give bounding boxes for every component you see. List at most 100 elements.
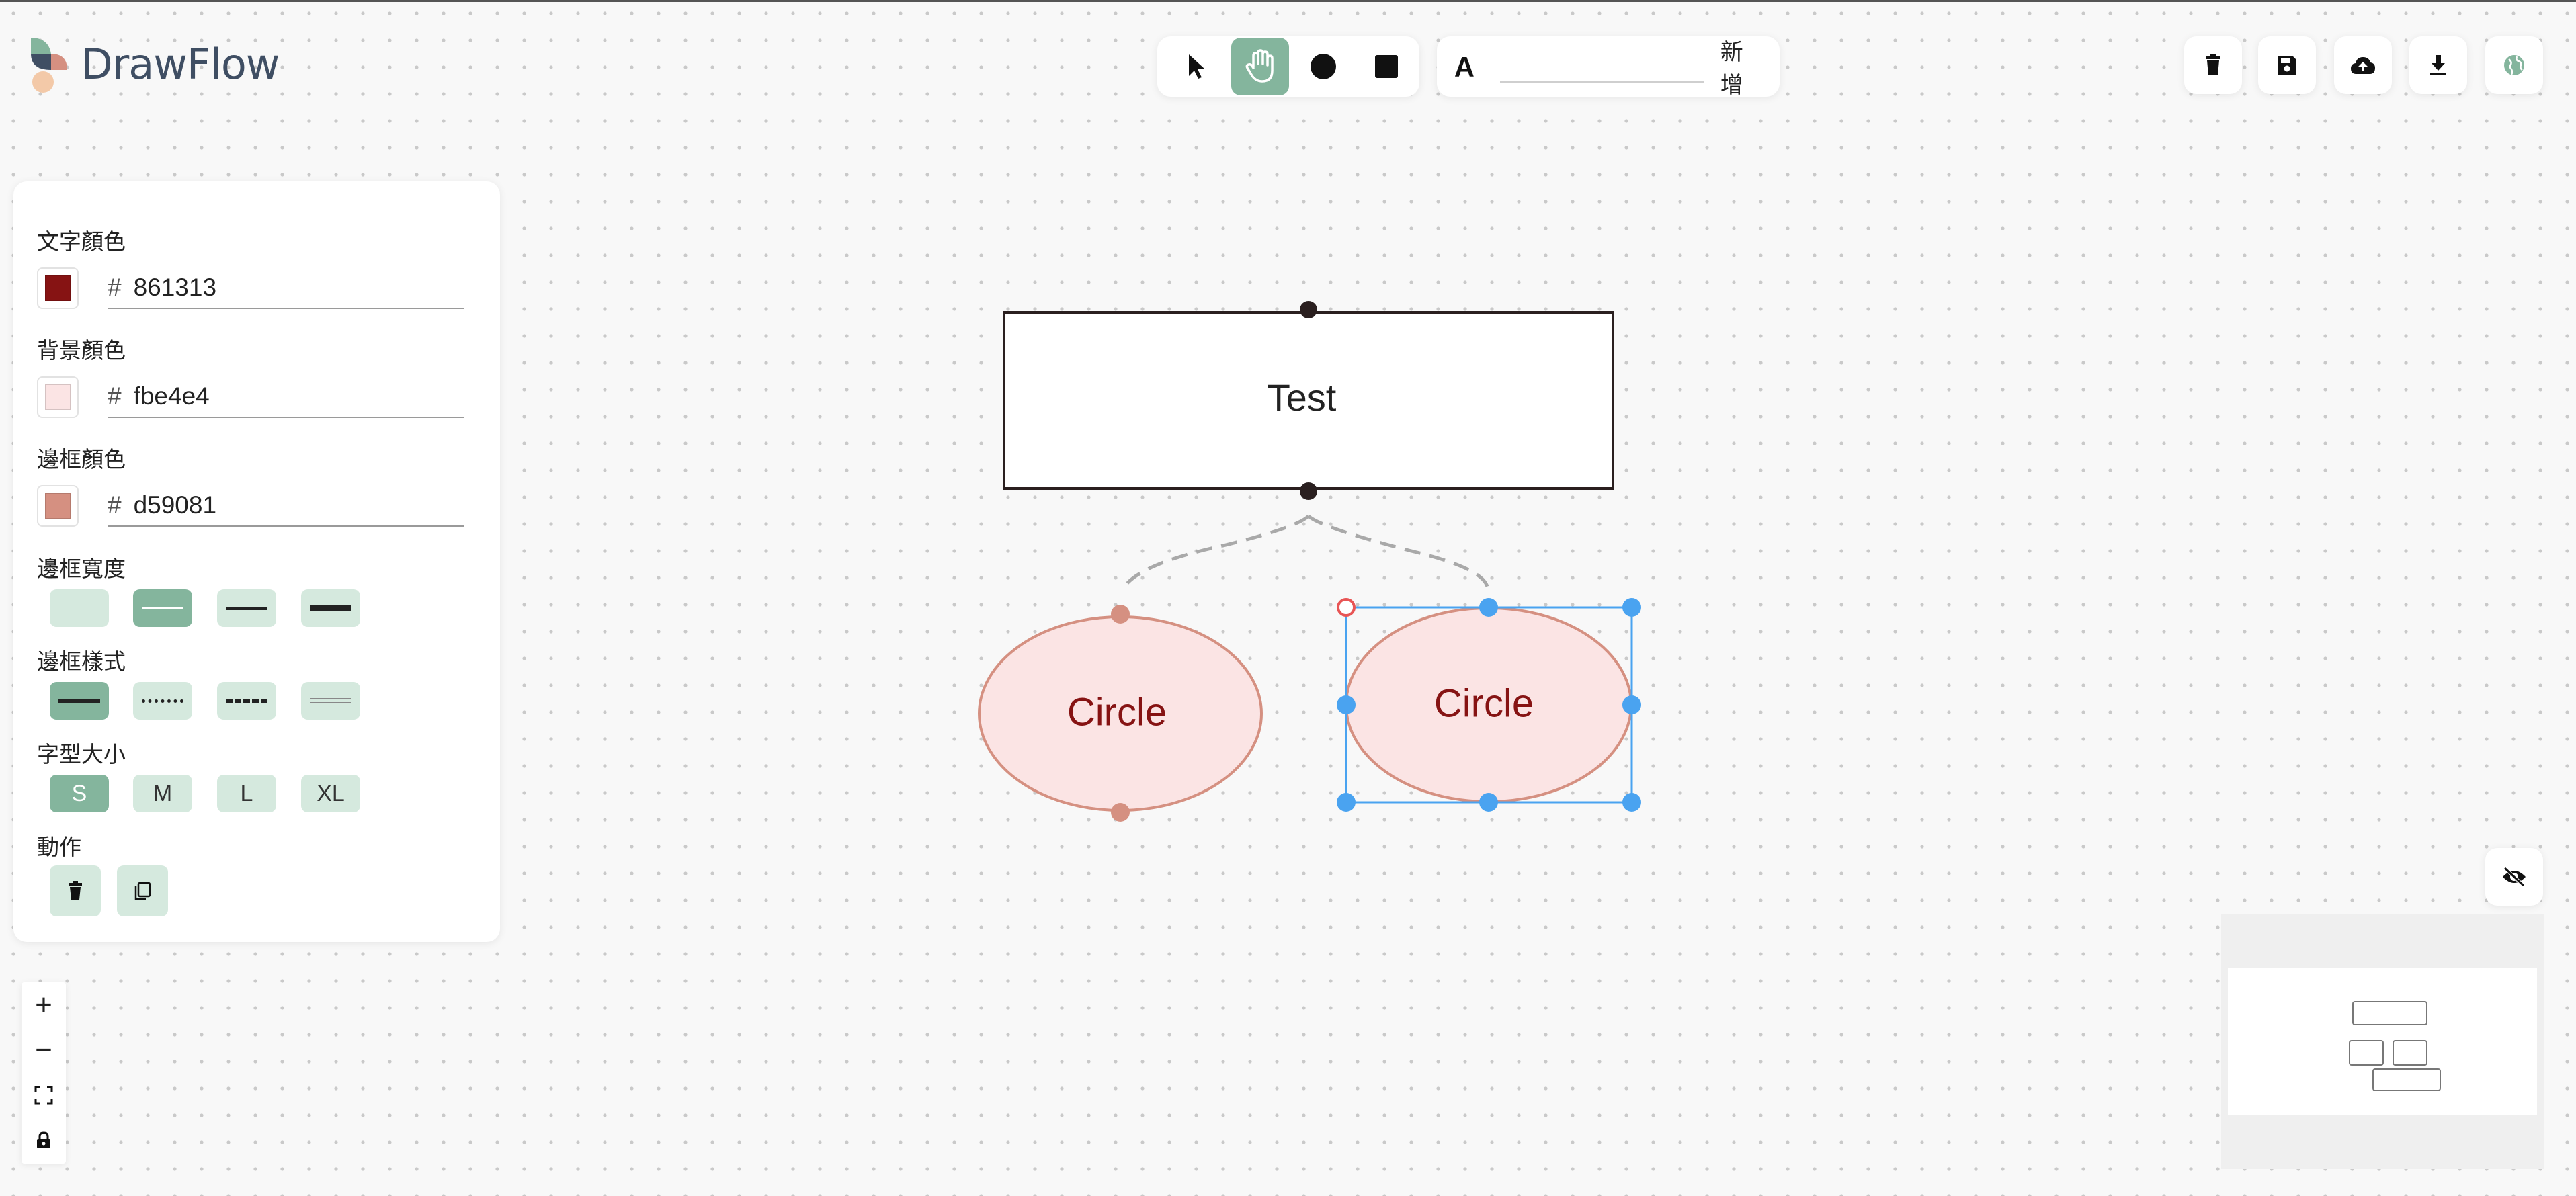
resize-handle-bottom-left[interactable] [1337, 793, 1356, 812]
circle-node-selected[interactable]: Circle [1345, 607, 1632, 803]
lock-button[interactable] [22, 1117, 66, 1162]
save-button[interactable] [2258, 36, 2316, 94]
hash-label: # [108, 382, 122, 410]
border-width-medium[interactable] [217, 589, 276, 627]
border-width-none[interactable] [50, 589, 109, 627]
text-color-label: 文字顏色 [37, 229, 126, 254]
toggle-minimap-button[interactable] [2485, 848, 2543, 906]
text-input[interactable] [1499, 50, 1704, 83]
rectangle-node[interactable]: Test [1003, 311, 1614, 490]
border-color-field[interactable]: # d59081 [108, 485, 464, 527]
zoom-controls: + − [22, 982, 66, 1164]
bg-color-value[interactable]: fbe4e4 [134, 382, 210, 411]
border-color-swatch[interactable] [37, 485, 79, 527]
add-text-button[interactable]: 新增 [1720, 34, 1763, 99]
plus-icon: + [35, 988, 52, 1021]
drawflow-logo-icon [31, 38, 67, 93]
minimap-viewport [2228, 968, 2537, 1115]
circle-node-text: Circle [1434, 681, 1534, 725]
delete-all-button[interactable] [2184, 36, 2242, 94]
resize-handle-top[interactable] [1479, 598, 1498, 617]
border-color-label: 邊框顏色 [37, 447, 126, 472]
resize-handle-bottom[interactable] [1479, 793, 1498, 812]
border-style-solid[interactable] [50, 682, 109, 720]
actions-label: 動作 [37, 835, 81, 859]
text-color-field[interactable]: # 861313 [108, 267, 464, 309]
globe-icon [2504, 55, 2524, 75]
cloud-upload-icon [2351, 57, 2375, 74]
shape-toolbar [1157, 36, 1419, 97]
minimap-rect-node [2352, 1001, 2427, 1025]
trash-icon [2206, 54, 2220, 75]
copy-icon [134, 882, 151, 900]
border-style-label: 邊框樣式 [37, 649, 126, 674]
font-size-s[interactable]: S [50, 775, 109, 812]
bg-color-field[interactable]: # fbe4e4 [108, 376, 464, 418]
language-button[interactable] [2485, 36, 2543, 94]
border-style-dashed[interactable] [217, 682, 276, 720]
font-size-xl[interactable]: XL [301, 775, 360, 812]
square-tool-button[interactable] [1358, 38, 1415, 95]
fullscreen-icon [34, 1086, 53, 1104]
svg-text:A: A [1454, 52, 1474, 81]
text-color-value[interactable]: 861313 [134, 273, 216, 302]
rectangle-node-text: Test [1268, 376, 1337, 419]
circle-tool-button[interactable] [1294, 38, 1352, 95]
minus-icon: − [35, 1033, 52, 1066]
circle-icon [1311, 54, 1336, 79]
resize-handle-top-right[interactable] [1622, 598, 1641, 617]
anchor-top[interactable] [1300, 301, 1317, 318]
lock-icon [37, 1131, 50, 1148]
delete-node-button[interactable] [50, 865, 101, 916]
zoom-out-button[interactable]: − [22, 1027, 66, 1072]
anchor-top[interactable] [1111, 605, 1130, 624]
download-icon [2430, 55, 2446, 75]
zoom-in-button[interactable]: + [22, 982, 66, 1027]
text-A-icon: A [1454, 52, 1474, 81]
app-title: DrawFlow [81, 39, 280, 89]
square-icon [1375, 55, 1398, 78]
circle-node-text: Circle [1067, 690, 1167, 734]
download-button[interactable] [2409, 36, 2467, 94]
hand-icon [1245, 49, 1274, 83]
hash-label: # [108, 491, 122, 519]
border-color-value[interactable]: d59081 [134, 491, 216, 519]
save-icon [2278, 56, 2296, 75]
app-logo: DrawFlow [28, 34, 280, 94]
connector-line-right [1307, 515, 1489, 587]
font-size-l[interactable]: L [217, 775, 276, 812]
text-color-swatch[interactable] [37, 267, 79, 309]
resize-handle-left[interactable] [1337, 695, 1356, 714]
cursor-icon [1189, 54, 1205, 79]
anchor-bottom[interactable] [1111, 803, 1130, 822]
border-style-dotted[interactable] [133, 682, 192, 720]
select-tool-button[interactable] [1168, 38, 1226, 95]
bg-color-swatch[interactable] [37, 376, 79, 418]
trash-icon [69, 881, 82, 900]
minimap-node [2372, 1068, 2441, 1091]
resize-handle-right[interactable] [1622, 695, 1641, 714]
hash-label: # [108, 273, 122, 301]
window-top-border [0, 0, 2576, 2]
connector-line-left [1120, 515, 1310, 591]
border-width-label: 邊框寬度 [37, 556, 126, 581]
cloud-upload-button[interactable] [2334, 36, 2392, 94]
anchor-bottom[interactable] [1300, 482, 1317, 500]
bg-color-label: 背景顏色 [37, 338, 126, 363]
minimap-circle-node [2349, 1040, 2384, 1066]
rotate-handle[interactable] [1337, 598, 1356, 617]
resize-handle-bottom-right[interactable] [1622, 793, 1641, 812]
fit-view-button[interactable] [22, 1072, 66, 1117]
font-size-m[interactable]: M [133, 775, 192, 812]
font-size-label: 字型大小 [37, 742, 126, 767]
duplicate-node-button[interactable] [117, 865, 168, 916]
border-width-thin[interactable] [133, 589, 192, 627]
minimap-circle-node [2393, 1040, 2427, 1066]
border-style-double[interactable] [301, 682, 360, 720]
hand-tool-button[interactable] [1231, 38, 1289, 95]
border-width-thick[interactable] [301, 589, 360, 627]
text-tool-panel: A 新增 [1437, 34, 1780, 99]
circle-node-left[interactable]: Circle [978, 615, 1263, 812]
minimap[interactable] [2221, 914, 2544, 1169]
eye-off-icon [2503, 867, 2526, 887]
